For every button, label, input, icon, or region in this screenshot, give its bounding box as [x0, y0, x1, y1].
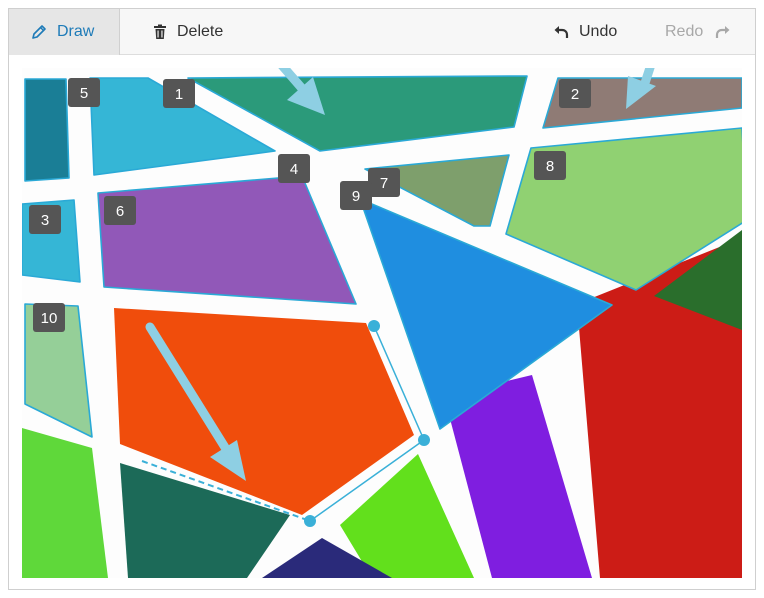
svg-text:10: 10: [41, 310, 58, 327]
undo-label: Undo: [579, 23, 618, 40]
region-badge-6[interactable]: 6: [104, 196, 136, 225]
image-canvas[interactable]: 1 2 3 4 5 6 7 8 9 10: [22, 68, 742, 578]
redo-arrow-icon: [715, 24, 731, 40]
region-badge-7[interactable]: 7: [368, 168, 400, 197]
trash-icon: [153, 24, 167, 40]
delete-label: Delete: [177, 23, 224, 40]
region-badge-1[interactable]: 1: [163, 79, 195, 108]
vertex-handle[interactable]: [368, 320, 380, 332]
toolbar: Draw Delete Undo Redo: [9, 9, 755, 55]
annotation-widget: Draw Delete Undo Redo 1 2 3 4 5 6 7 8 9 …: [8, 8, 756, 590]
svg-text:3: 3: [41, 212, 49, 229]
undo-arrow-icon: [553, 24, 569, 40]
region-badge-4[interactable]: 4: [278, 154, 310, 183]
vertex-handle[interactable]: [418, 434, 430, 446]
region-badge-2[interactable]: 2: [559, 79, 591, 108]
region-badge-5[interactable]: 5: [68, 78, 100, 107]
redo-button[interactable]: Redo: [665, 9, 731, 55]
vertex-handle[interactable]: [304, 515, 316, 527]
svg-text:7: 7: [380, 175, 388, 192]
svg-text:4: 4: [290, 161, 298, 178]
svg-text:9: 9: [352, 188, 360, 205]
svg-text:5: 5: [80, 85, 88, 102]
region-badge-10[interactable]: 10: [33, 303, 65, 332]
svg-text:6: 6: [116, 203, 124, 220]
pencil-icon: [31, 24, 47, 40]
svg-text:8: 8: [546, 158, 554, 175]
svg-text:2: 2: [571, 86, 579, 103]
draw-label: Draw: [57, 23, 95, 40]
region-6[interactable]: [97, 175, 357, 305]
region-badge-9[interactable]: 9: [340, 181, 372, 210]
region-badge-3[interactable]: 3: [29, 205, 61, 234]
redo-label: Redo: [665, 23, 704, 40]
undo-button[interactable]: Undo: [553, 9, 617, 55]
region-5[interactable]: [24, 78, 70, 182]
svg-text:1: 1: [175, 86, 183, 103]
region-badge-8[interactable]: 8: [534, 151, 566, 180]
delete-button[interactable]: Delete: [149, 9, 223, 55]
draw-button[interactable]: Draw: [9, 9, 120, 55]
